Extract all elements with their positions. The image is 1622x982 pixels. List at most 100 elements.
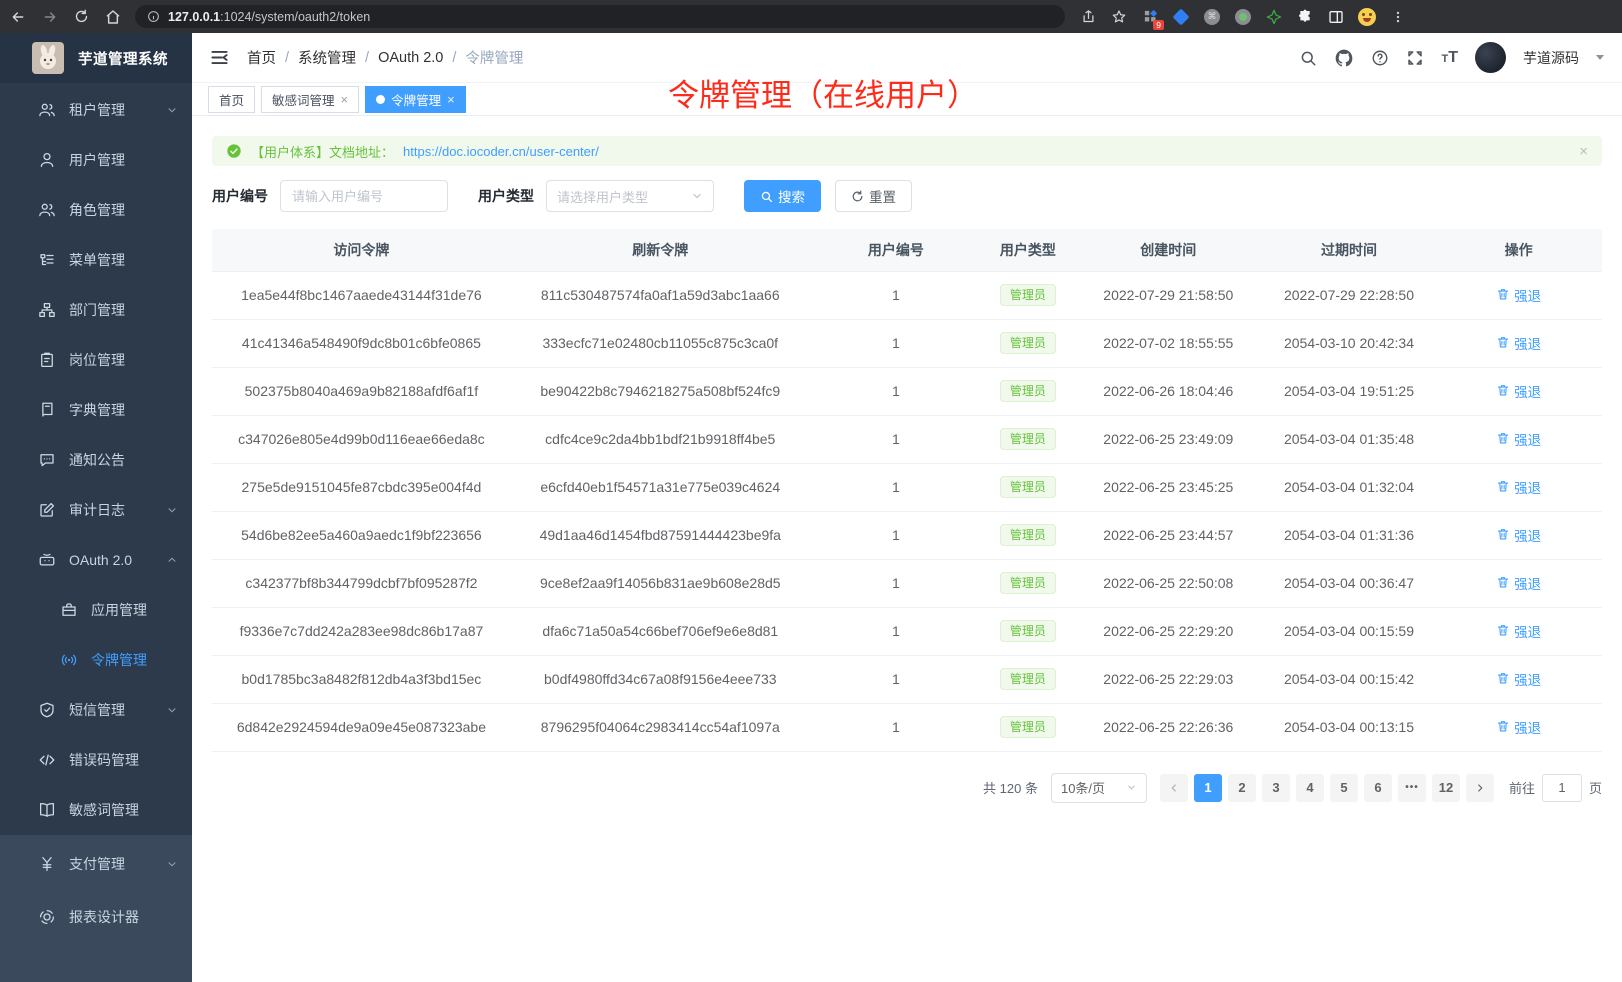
page-button[interactable]: 3 — [1262, 774, 1290, 802]
goto-page-input[interactable] — [1542, 774, 1582, 802]
force-logout-button[interactable]: 强退 — [1496, 429, 1541, 449]
breadcrumb-item[interactable]: 首页 — [247, 47, 276, 68]
refresh-token-cell: 49d1aa46d1454fbd87591444423be9fa — [511, 511, 810, 559]
force-logout-button[interactable]: 强退 — [1496, 525, 1541, 545]
fullscreen-icon[interactable] — [1406, 49, 1424, 67]
close-icon[interactable]: × — [341, 92, 349, 107]
force-logout-button[interactable]: 强退 — [1496, 285, 1541, 305]
sidebar-item[interactable]: 用户管理 — [0, 135, 192, 185]
user-type-badge: 管理员 — [1000, 716, 1056, 738]
address-bar[interactable]: 127.0.0.1:1024/system/oauth2/token — [135, 5, 1065, 28]
more-pages-button[interactable]: ••• — [1398, 774, 1426, 802]
page-button[interactable]: 4 — [1296, 774, 1324, 802]
user-type-select[interactable]: 请选择用户类型 — [546, 180, 714, 212]
github-icon[interactable] — [1334, 48, 1354, 68]
expire-time-cell: 2054-03-04 01:32:04 — [1263, 463, 1435, 511]
help-icon[interactable] — [1371, 49, 1389, 67]
sidebar-item[interactable]: 短信管理 — [0, 685, 192, 735]
sidebar-item[interactable]: 支付管理 — [0, 837, 192, 890]
breadcrumb-item[interactable]: 系统管理 — [298, 47, 356, 68]
created-time-cell: 2022-06-25 23:49:09 — [1074, 415, 1263, 463]
sidebar-item[interactable]: 角色管理 — [0, 185, 192, 235]
browser-back-icon[interactable] — [10, 9, 26, 25]
sidepanel-icon[interactable] — [1327, 8, 1345, 26]
record-extension-icon[interactable] — [1234, 8, 1252, 26]
view-tab[interactable]: 首页 — [208, 86, 255, 113]
browser-home-icon[interactable] — [105, 9, 121, 25]
sidebar-item-label: 应用管理 — [91, 600, 147, 620]
force-logout-button[interactable]: 强退 — [1496, 477, 1541, 497]
force-logout-button[interactable]: 强退 — [1496, 669, 1541, 689]
force-logout-button[interactable]: 强退 — [1496, 381, 1541, 401]
puzzle-extension-icon[interactable] — [1296, 8, 1314, 26]
profile-avatar[interactable] — [1358, 8, 1376, 26]
browser-reload-icon[interactable] — [74, 9, 89, 24]
trash-icon — [1496, 527, 1510, 544]
table-header-row: 访问令牌刷新令牌用户编号用户类型创建时间过期时间操作 — [212, 229, 1602, 271]
page-button[interactable]: 12 — [1432, 774, 1460, 802]
gem-extension-icon[interactable] — [1172, 8, 1190, 26]
view-tab[interactable]: 敏感词管理× — [261, 86, 359, 113]
user-id-input[interactable] — [280, 180, 448, 212]
force-logout-button[interactable]: 强退 — [1496, 621, 1541, 641]
page-button[interactable]: 1 — [1194, 774, 1222, 802]
sidebar-item[interactable]: 报表设计器 — [0, 890, 192, 943]
user-type-cell: 管理员 — [982, 703, 1074, 751]
sidebar-item[interactable]: 租户管理 — [0, 85, 192, 135]
sidebar-item[interactable]: 部门管理 — [0, 285, 192, 335]
sidebar-item[interactable]: 令牌管理 — [0, 635, 192, 685]
chevron-down-icon[interactable] — [1596, 55, 1604, 60]
page-button[interactable]: 6 — [1364, 774, 1392, 802]
view-tab[interactable]: 令牌管理× — [365, 86, 466, 113]
page-info-icon[interactable] — [147, 10, 160, 23]
font-size-icon[interactable]: TT — [1441, 49, 1458, 67]
search-icon[interactable] — [1299, 49, 1317, 67]
extension-grid-icon[interactable]: 9 — [1141, 8, 1159, 26]
share-icon[interactable] — [1079, 8, 1097, 26]
star-extension-icon[interactable] — [1265, 8, 1283, 26]
sidebar-item[interactable]: 敏感词管理 — [0, 785, 192, 835]
browser-menu-icon[interactable] — [1389, 8, 1407, 26]
force-logout-button[interactable]: 强退 — [1496, 333, 1541, 353]
dept-icon — [38, 301, 56, 319]
alert-close-icon[interactable]: × — [1579, 143, 1588, 160]
sidebar-item[interactable]: 菜单管理 — [0, 235, 192, 285]
column-header: 刷新令牌 — [511, 229, 810, 271]
command-extension-icon[interactable]: ⌘ — [1203, 8, 1221, 26]
next-page-button[interactable] — [1466, 774, 1494, 802]
doc-link[interactable]: https://doc.iocoder.cn/user-center/ — [403, 144, 599, 159]
user-type-cell: 管理员 — [982, 271, 1074, 319]
menu-icon — [38, 251, 56, 269]
user-avatar[interactable] — [1475, 42, 1506, 73]
sidebar-item[interactable]: 审计日志 — [0, 485, 192, 535]
user-type-cell: 管理员 — [982, 607, 1074, 655]
force-logout-button[interactable]: 强退 — [1496, 573, 1541, 593]
user-type-cell: 管理员 — [982, 511, 1074, 559]
breadcrumb-item[interactable]: OAuth 2.0 — [378, 50, 443, 66]
prev-page-button[interactable] — [1160, 774, 1188, 802]
force-logout-button[interactable]: 强退 — [1496, 717, 1541, 737]
success-check-icon — [226, 143, 242, 159]
page-button[interactable]: 5 — [1330, 774, 1358, 802]
reset-button[interactable]: 重置 — [835, 180, 912, 212]
refresh-token-cell: e6cfd40eb1f54571a31e775e039c4624 — [511, 463, 810, 511]
sidebar-item[interactable]: 字典管理 — [0, 385, 192, 435]
page-size-select[interactable]: 10条/页 — [1051, 773, 1147, 803]
sidebar-item[interactable]: 岗位管理 — [0, 335, 192, 385]
sidebar-item[interactable]: 应用管理 — [0, 585, 192, 635]
user-type-badge: 管理员 — [1000, 332, 1056, 354]
access-token-cell: c347026e805e4d99b0d116eae66eda8c — [212, 415, 511, 463]
trash-icon — [1496, 479, 1510, 496]
extension-badge: 9 — [1153, 20, 1164, 30]
app-logo[interactable]: 芋道管理系统 — [0, 33, 192, 83]
search-button[interactable]: 搜索 — [744, 180, 821, 212]
sidebar-item[interactable]: 错误码管理 — [0, 735, 192, 785]
browser-forward-icon[interactable] — [42, 9, 58, 25]
user-type-badge: 管理员 — [1000, 524, 1056, 546]
bookmark-star-icon[interactable] — [1110, 8, 1128, 26]
sidebar-item[interactable]: 通知公告 — [0, 435, 192, 485]
page-button[interactable]: 2 — [1228, 774, 1256, 802]
collapse-menu-icon[interactable] — [210, 48, 229, 67]
close-icon[interactable]: × — [447, 92, 455, 107]
sidebar-item[interactable]: OAuth 2.0 — [0, 535, 192, 585]
